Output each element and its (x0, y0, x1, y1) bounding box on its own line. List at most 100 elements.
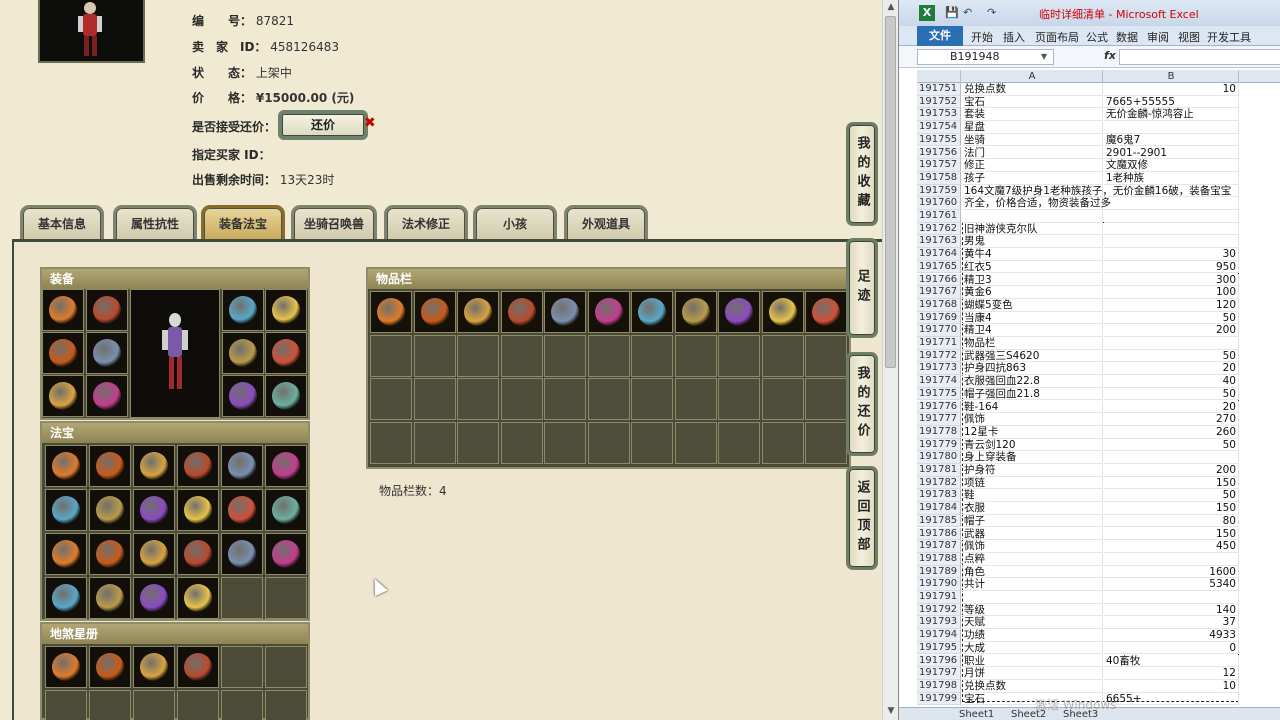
cell-b[interactable] (1104, 235, 1239, 249)
empty-slot[interactable] (718, 421, 760, 464)
item-slot[interactable] (177, 577, 219, 619)
column-header-a[interactable]: A (962, 70, 1103, 83)
item-slot[interactable] (86, 289, 128, 331)
empty-slot[interactable] (674, 421, 717, 464)
empty-slot[interactable] (177, 690, 219, 720)
item-slot[interactable] (761, 291, 804, 333)
cell-a[interactable]: 法门 (962, 146, 1103, 160)
item-slot[interactable] (89, 533, 131, 575)
row-number[interactable]: 191789 (917, 565, 961, 579)
cell-b[interactable] (1104, 552, 1239, 566)
item-slot[interactable] (42, 375, 84, 417)
cell-a[interactable]: 身上穿装备 (962, 451, 1103, 464)
empty-slot[interactable] (457, 334, 499, 377)
row-number[interactable]: 191773 (917, 362, 961, 376)
cell-b[interactable]: 30 (1104, 248, 1239, 261)
empty-slot[interactable] (718, 378, 760, 420)
cell-b[interactable]: 150 (1104, 502, 1239, 515)
item-slot[interactable] (587, 291, 630, 333)
tab-child[interactable]: 小孩 (473, 205, 557, 241)
row-number[interactable]: 191774 (917, 375, 961, 388)
row-number[interactable]: 191791 (917, 591, 961, 604)
cell-b[interactable]: 270 (1104, 413, 1239, 426)
cell-a[interactable]: 164文魔7级护身1老种族孩子，无价金麟16破，装备宝宝 (962, 184, 1231, 198)
cell-a[interactable]: 坐骑 (962, 133, 1103, 147)
cell-b[interactable] (1104, 184, 1239, 198)
tab-spell-correction[interactable]: 法术修正 (384, 205, 468, 241)
tab-basic-info[interactable]: 基本信息 (20, 205, 104, 241)
cell-b[interactable]: 50 (1104, 489, 1239, 503)
item-slot[interactable] (221, 445, 263, 487)
cell-b[interactable] (1104, 197, 1239, 210)
empty-slot[interactable] (413, 421, 456, 464)
row-number[interactable]: 191761 (917, 210, 961, 223)
cell-a[interactable]: 物品栏 (962, 337, 1103, 350)
row-number[interactable]: 191798 (917, 679, 961, 693)
empty-slot[interactable] (265, 690, 307, 720)
tab-equipment[interactable]: 装备法宝 (201, 205, 285, 241)
cell-b[interactable]: 文魔双修 (1104, 159, 1239, 172)
cell-b[interactable]: 100 (1104, 286, 1239, 299)
empty-slot[interactable] (457, 378, 499, 420)
cell-a[interactable]: 护身符 (962, 464, 1103, 477)
tab-data[interactable]: 数据 (1116, 29, 1138, 45)
cell-b[interactable]: 950 (1104, 260, 1239, 274)
item-slot[interactable] (86, 375, 128, 417)
scroll-thumb[interactable] (885, 16, 896, 368)
row-number[interactable]: 191787 (917, 540, 961, 553)
redo-icon[interactable]: ↷ (987, 6, 996, 19)
item-slot[interactable] (221, 533, 263, 575)
cell-a[interactable] (962, 210, 1103, 223)
column-header-b[interactable]: B (1104, 70, 1239, 83)
cell-b[interactable] (1104, 337, 1239, 350)
cell-b[interactable] (1104, 451, 1239, 464)
item-slot[interactable] (413, 291, 456, 333)
footprint-button[interactable]: 足迹 (846, 238, 878, 338)
row-number[interactable]: 191790 (917, 578, 961, 591)
item-slot[interactable] (265, 289, 307, 331)
tab-insert[interactable]: 插入 (1003, 29, 1025, 45)
empty-slot[interactable] (413, 378, 456, 420)
row-number[interactable]: 191779 (917, 438, 961, 452)
cell-b[interactable]: 50 (1104, 349, 1239, 363)
cell-a[interactable]: 旧神游侠克尔队 (962, 222, 1103, 236)
item-slot[interactable] (457, 291, 499, 333)
cell-a[interactable]: 月饼 (962, 667, 1103, 680)
empty-slot[interactable] (500, 334, 543, 377)
empty-slot[interactable] (544, 378, 586, 420)
empty-slot[interactable] (221, 690, 263, 720)
row-number[interactable]: 191793 (917, 616, 961, 630)
cell-a[interactable]: 护身四抗863 (962, 362, 1103, 376)
cell-b[interactable]: 40畜牧 (1104, 654, 1239, 668)
row-number[interactable]: 191786 (917, 527, 961, 541)
empty-slot[interactable] (45, 690, 87, 720)
cell-b[interactable]: 5340 (1104, 578, 1239, 591)
cell-b[interactable]: 80 (1104, 514, 1239, 528)
cell-b[interactable]: 4933 (1104, 629, 1239, 642)
cell-b[interactable]: 2901--2901 (1104, 146, 1239, 160)
tab-view[interactable]: 视图 (1178, 29, 1200, 45)
cell-b[interactable]: 1600 (1104, 565, 1239, 579)
item-slot[interactable] (222, 375, 264, 417)
cell-a[interactable]: 宝石 (962, 95, 1103, 109)
cell-a[interactable]: 等级 (962, 603, 1103, 617)
item-slot[interactable] (265, 375, 307, 417)
row-number[interactable]: 191767 (917, 286, 961, 299)
cell-b[interactable]: 12 (1104, 667, 1239, 680)
save-icon[interactable]: 💾 (945, 6, 959, 19)
cell-a[interactable]: 星盘 (962, 121, 1103, 134)
cell-a[interactable]: 孩子 (962, 171, 1103, 185)
row-number[interactable]: 191778 (917, 425, 961, 439)
item-slot[interactable] (45, 489, 87, 531)
item-slot[interactable] (133, 577, 175, 619)
empty-slot[interactable] (761, 334, 804, 377)
cell-b[interactable]: 50 (1104, 387, 1239, 401)
item-slot[interactable] (265, 489, 307, 531)
item-slot[interactable] (89, 577, 131, 619)
cell-b[interactable]: 120 (1104, 298, 1239, 312)
cell-a[interactable]: 青云剑120 (962, 438, 1103, 452)
empty-slot[interactable] (221, 646, 263, 688)
row-number[interactable]: 191776 (917, 400, 961, 414)
cell-b[interactable] (1104, 210, 1239, 223)
empty-slot[interactable] (631, 378, 673, 420)
